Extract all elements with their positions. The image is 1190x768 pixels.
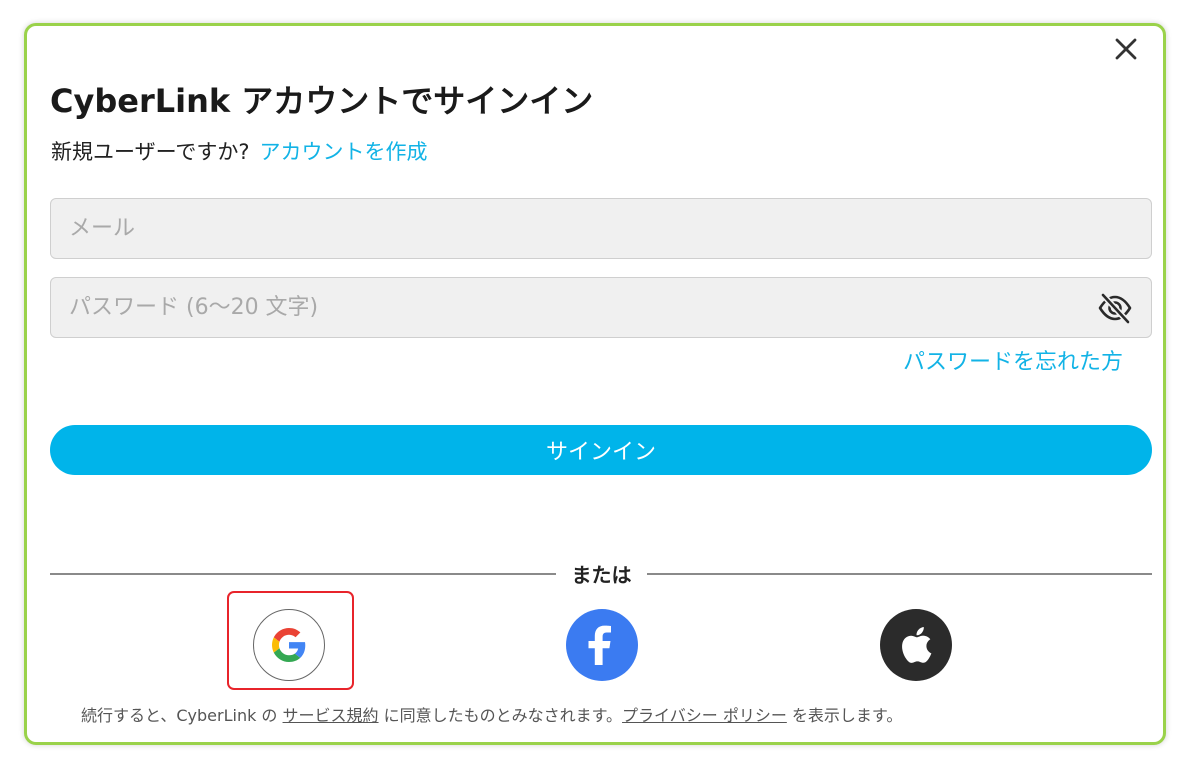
divider-text: または — [571, 563, 632, 587]
apple-icon — [902, 627, 932, 663]
divider-line-left — [50, 573, 556, 575]
signup-row: 新規ユーザーですか? アカウントを作成 — [51, 136, 427, 166]
terms-suffix: を表示します。 — [791, 706, 903, 725]
facebook-icon — [588, 625, 611, 665]
google-sign-in-button[interactable] — [253, 609, 325, 681]
close-icon — [1115, 38, 1137, 60]
close-button[interactable] — [1112, 35, 1140, 63]
facebook-sign-in-button[interactable] — [566, 609, 638, 681]
email-field-container — [50, 198, 1152, 259]
dialog-title: CyberLink アカウントでサインイン — [50, 82, 594, 120]
privacy-policy-link[interactable]: プライバシー ポリシー — [622, 706, 787, 725]
terms-of-service-link[interactable]: サービス規約 — [283, 706, 379, 725]
apple-sign-in-button[interactable] — [880, 609, 952, 681]
sign-in-button[interactable]: サインイン — [50, 425, 1152, 475]
create-account-link[interactable]: アカウントを作成 — [259, 140, 427, 164]
forgot-password-link[interactable]: パスワードを忘れた方 — [903, 344, 1123, 376]
divider-line-right — [647, 573, 1152, 575]
sign-in-dialog: CyberLink アカウントでサインイン 新規ユーザーですか? アカウントを作成… — [24, 23, 1166, 745]
eye-slash-icon — [1098, 292, 1132, 325]
toggle-password-visibility-button[interactable] — [1097, 291, 1133, 325]
terms-notice: 続行すると、CyberLink の サービス規約 に同意したものとみなされます。… — [81, 702, 902, 726]
signup-prompt: 新規ユーザーですか? — [51, 140, 250, 164]
google-icon — [272, 628, 306, 662]
password-input[interactable] — [51, 278, 1151, 337]
terms-middle: に同意したものとみなされます。 — [383, 706, 623, 725]
terms-prefix: 続行すると、CyberLink の — [81, 706, 278, 725]
email-input[interactable] — [51, 199, 1151, 258]
password-field-container — [50, 277, 1152, 338]
